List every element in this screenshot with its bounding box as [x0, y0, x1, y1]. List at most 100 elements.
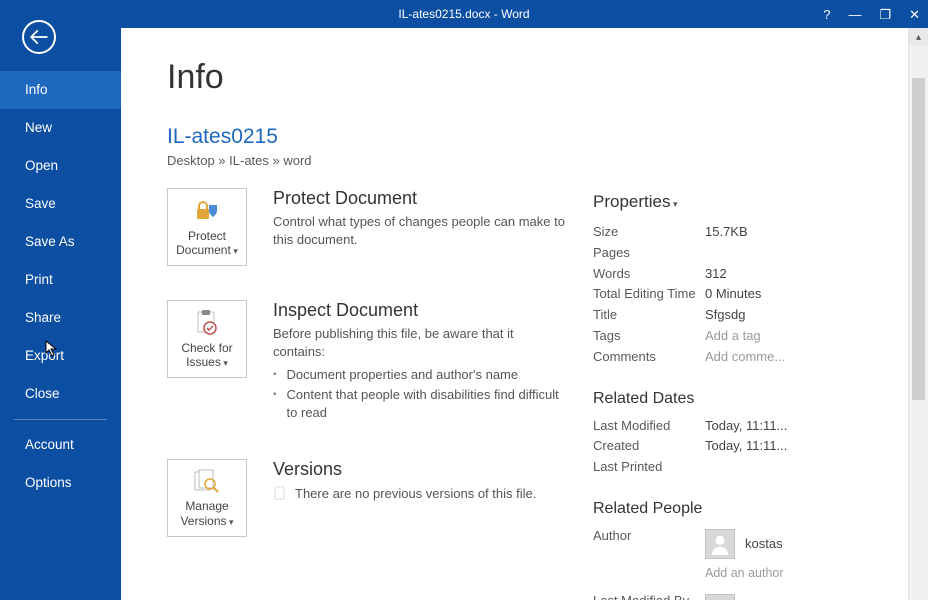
issue-list: Document properties and author's name Co…: [273, 366, 567, 423]
issue-text: Content that people with disabilities fi…: [287, 386, 567, 422]
property-key: Last Printed: [593, 457, 705, 478]
property-row: CommentsAdd comme...: [593, 347, 864, 368]
sidebar-separator: [14, 419, 107, 420]
sidebar-item-label: Export: [25, 348, 64, 363]
property-row: Last Modified By: [593, 591, 864, 600]
minimize-button[interactable]: —: [848, 8, 861, 21]
manage-versions-button[interactable]: Manage Versions: [167, 459, 247, 537]
property-key: Comments: [593, 347, 705, 368]
sidebar-item-save[interactable]: Save: [0, 185, 121, 223]
document-name: IL-ates0215: [167, 125, 864, 149]
sidebar-item-new[interactable]: New: [0, 109, 121, 147]
add-comment-link[interactable]: Add comme...: [705, 347, 785, 368]
sidebar-item-label: Share: [25, 310, 61, 325]
sidebar-item-label: New: [25, 120, 52, 135]
back-arrow-icon: [30, 30, 48, 44]
property-key: Pages: [593, 243, 705, 264]
property-row: CreatedToday, 11:11...: [593, 436, 864, 457]
property-key: Created: [593, 436, 705, 457]
property-row: TitleSfgsdg: [593, 305, 864, 326]
property-row: Last Printed: [593, 457, 864, 478]
section-description: There are no previous versions of this f…: [273, 484, 567, 503]
info-page: Info IL-ates0215 Desktop » IL-ates » wor…: [121, 28, 904, 600]
property-value: Today, 11:11...: [705, 416, 787, 437]
sidebar-item-info[interactable]: Info: [0, 71, 121, 109]
related-people-header: Related People: [593, 500, 864, 518]
check-for-issues-button[interactable]: Check for Issues: [167, 300, 247, 378]
close-window-button[interactable]: ✕: [909, 8, 920, 21]
sidebar-item-share[interactable]: Share: [0, 299, 121, 337]
property-value: 15.7KB: [705, 222, 748, 243]
add-author-link[interactable]: Add an author: [705, 563, 784, 583]
versions-icon: [193, 467, 221, 495]
protect-document-button[interactable]: Protect Document: [167, 188, 247, 266]
lock-shield-icon: [194, 197, 220, 225]
card-label: Check for Issues: [168, 341, 246, 370]
scroll-up-button[interactable]: ▴: [909, 28, 928, 46]
issue-item: Document properties and author's name: [273, 366, 567, 384]
properties-header[interactable]: Properties: [593, 192, 864, 212]
property-key: Words: [593, 264, 705, 285]
back-button[interactable]: [22, 20, 56, 54]
last-modified-by-cell: [705, 591, 735, 600]
inspect-section: Check for Issues Inspect Document Before…: [167, 300, 567, 425]
backstage-sidebar: Info New Open Save Save As Print Share E…: [0, 0, 121, 600]
sidebar-item-label: Save: [25, 196, 56, 211]
sidebar-item-print[interactable]: Print: [0, 261, 121, 299]
sidebar-item-label: Options: [25, 475, 72, 490]
card-label: Manage Versions: [168, 499, 246, 528]
add-tag-link[interactable]: Add a tag: [705, 326, 761, 347]
property-key: Author: [593, 526, 705, 583]
property-value[interactable]: Sfgsdg: [705, 305, 745, 326]
versions-desc-text: There are no previous versions of this f…: [295, 486, 536, 501]
sidebar-item-options[interactable]: Options: [0, 464, 121, 502]
property-key: Total Editing Time: [593, 284, 705, 305]
avatar: [705, 529, 735, 559]
properties-panel: Properties Size15.7KB Pages Words312 Tot…: [593, 192, 864, 600]
property-value: Today, 11:11...: [705, 436, 787, 457]
sidebar-item-label: Close: [25, 386, 60, 401]
scroll-thumb[interactable]: [912, 78, 925, 400]
sidebar-item-label: Open: [25, 158, 58, 173]
document-icon: [273, 486, 287, 500]
sidebar-item-close[interactable]: Close: [0, 375, 121, 413]
breadcrumb: Desktop » IL-ates » word: [167, 153, 864, 168]
property-value: 0 Minutes: [705, 284, 761, 305]
sidebar-item-label: Print: [25, 272, 53, 287]
avatar: [705, 594, 735, 600]
last-modified-person[interactable]: [705, 594, 735, 600]
property-key: Title: [593, 305, 705, 326]
property-row: Last ModifiedToday, 11:11...: [593, 416, 864, 437]
sidebar-item-label: Save As: [25, 234, 75, 249]
section-title: Versions: [273, 459, 567, 480]
sidebar-item-export[interactable]: Export: [0, 337, 121, 375]
vertical-scrollbar[interactable]: ▴: [908, 28, 928, 600]
checklist-icon: [195, 309, 219, 337]
property-row: Total Editing Time0 Minutes: [593, 284, 864, 305]
restore-button[interactable]: ❐: [879, 8, 891, 21]
property-key: Tags: [593, 326, 705, 347]
property-row: TagsAdd a tag: [593, 326, 864, 347]
page-heading: Info: [167, 58, 864, 97]
sidebar-item-label: Account: [25, 437, 74, 452]
property-row: Pages: [593, 243, 864, 264]
sidebar-item-open[interactable]: Open: [0, 147, 121, 185]
author-cell: kostas Add an author: [705, 526, 784, 583]
section-title: Inspect Document: [273, 300, 567, 321]
related-dates-header: Related Dates: [593, 390, 864, 408]
help-icon[interactable]: ?: [823, 8, 830, 21]
sidebar-item-account[interactable]: Account: [0, 426, 121, 464]
versions-section: Manage Versions Versions There are no pr…: [167, 459, 567, 537]
author-person[interactable]: kostas: [705, 529, 784, 559]
issue-item: Content that people with disabilities fi…: [273, 386, 567, 422]
sidebar-item-label: Info: [25, 82, 48, 97]
protect-section: Protect Document Protect Document Contro…: [167, 188, 567, 266]
section-description: Before publishing this file, be aware th…: [273, 325, 567, 360]
sidebar-item-save-as[interactable]: Save As: [0, 223, 121, 261]
card-label: Protect Document: [168, 229, 246, 258]
author-name: kostas: [745, 534, 783, 555]
section-description: Control what types of changes people can…: [273, 213, 567, 248]
properties-header-label: Properties: [593, 192, 670, 211]
window-title: IL-ates0215.docx - Word: [0, 7, 928, 21]
person-icon: [709, 533, 731, 555]
